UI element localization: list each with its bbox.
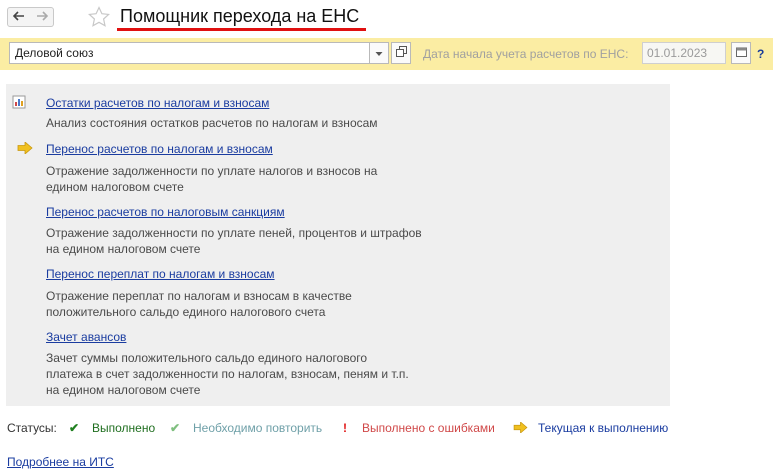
status-done-label: Выполнено [92,421,156,435]
title-underline [117,28,366,31]
help-button[interactable]: ? [757,47,764,61]
step-link-advances[interactable]: Зачет авансов [46,330,126,344]
date-field[interactable]: 01.01.2023 [642,42,726,64]
current-arrow-icon [17,141,33,157]
status-repeat-label: Необходимо повторить [193,421,323,435]
step-desc-line: на едином налоговом счете [46,383,201,397]
toolbar: Деловой союз Дата начала учета расчетов … [0,38,773,70]
organization-dropdown-button[interactable] [369,42,389,64]
open-window-icon [395,46,407,60]
current-arrow-icon [513,421,528,436]
step-desc-line: Зачет суммы положительного сальдо единог… [46,351,368,365]
organization-open-button[interactable] [391,42,411,64]
check-repeat-icon: ✔ [170,421,181,435]
organization-field[interactable]: Деловой союз [9,42,370,64]
star-outline-icon[interactable] [88,6,110,31]
step-desc-line: положительного сальдо единого налогового… [46,305,326,319]
calendar-button[interactable] [731,42,751,64]
steps-panel: Остатки расчетов по налогам и взносам Ан… [6,84,670,406]
forward-button[interactable] [30,7,54,27]
check-done-icon: ✔ [69,421,80,435]
page-title: Помощник перехода на ЕНС [120,6,360,26]
arrow-right-icon [36,10,48,24]
step-link-overpayments[interactable]: Перенос переплат по налогам и взносам [46,267,275,281]
step-link-tax-transfer[interactable]: Перенос расчетов по налогам и взносам [46,142,273,156]
status-error-label: Выполнено с ошибками [362,421,495,435]
step-link-sanctions[interactable]: Перенос расчетов по налоговым санкциям [46,205,285,219]
header: Помощник перехода на ЕНС [0,0,773,36]
step-desc-line: едином налоговом счете [46,180,184,194]
step-desc-line: Анализ состояния остатков расчетов по на… [46,116,378,130]
exclamation-icon: ! [343,421,347,435]
arrow-left-icon [12,10,25,24]
its-link[interactable]: Подробнее на ИТС [7,455,114,469]
status-legend-label: Статусы: [7,421,57,435]
chevron-down-icon [375,46,383,60]
back-button[interactable] [7,7,31,27]
step-desc-line: Отражение переплат по налогам и взносам … [46,289,352,303]
step-desc-line: Отражение задолженности по уплате пеней,… [46,226,422,240]
step-desc-line: платежа в счет задолженности по налогам,… [46,367,409,381]
date-label: Дата начала учета расчетов по ЕНС: [423,47,629,61]
step-desc-line: на едином налоговом счете [46,242,201,256]
step-desc-line: Отражение задолженности по уплате налого… [46,164,378,178]
step-link-balances[interactable]: Остатки расчетов по налогам и взносам [46,96,269,110]
report-icon [12,95,26,112]
calendar-icon [735,46,747,60]
status-current-label: Текущая к выполнению [538,421,669,435]
